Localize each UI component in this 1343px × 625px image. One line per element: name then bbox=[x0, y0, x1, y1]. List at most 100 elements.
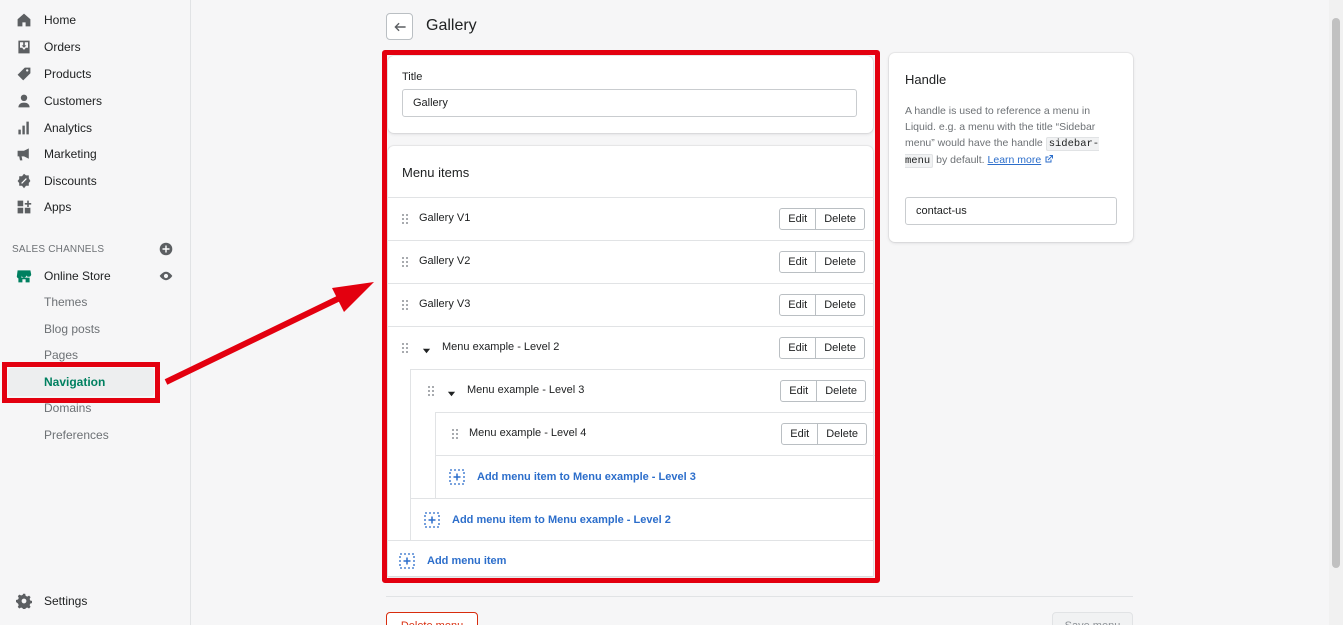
edit-button[interactable]: Edit bbox=[779, 208, 817, 230]
sidebar-item-label: Orders bbox=[44, 40, 81, 54]
sidebar-subitem-navigation[interactable]: Navigation bbox=[44, 371, 105, 393]
sidebar-subitem-themes[interactable]: Themes bbox=[44, 291, 87, 313]
annotation-arrow bbox=[164, 282, 374, 385]
sidebar-item-label: Settings bbox=[44, 594, 88, 608]
delete-button[interactable]: Delete bbox=[816, 337, 865, 359]
delete-button[interactable]: Delete bbox=[818, 423, 867, 445]
sidebar-item-apps[interactable]: Apps bbox=[0, 194, 190, 220]
view-store-eye-icon[interactable] bbox=[159, 269, 173, 283]
store-icon bbox=[15, 267, 33, 285]
orders-icon bbox=[15, 38, 33, 56]
save-menu-button[interactable]: Save menu bbox=[1052, 612, 1133, 625]
menu-item-row: Menu example - Level 4 Edit Delete bbox=[436, 412, 875, 455]
sidebar-item-discounts[interactable]: Discounts bbox=[0, 168, 190, 194]
sidebar-item-marketing[interactable]: Marketing bbox=[0, 141, 190, 167]
drag-handle-icon[interactable] bbox=[401, 256, 409, 268]
sidebar: Home Orders Products Customers Analytics… bbox=[0, 0, 191, 625]
sidebar-subitem-domains[interactable]: Domains bbox=[44, 397, 91, 419]
sidebar-item-analytics[interactable]: Analytics bbox=[0, 115, 190, 141]
footer-divider bbox=[386, 596, 1133, 597]
handle-help-text: A handle is used to reference a menu in … bbox=[905, 103, 1119, 169]
menu-item-label: Gallery V1 bbox=[419, 212, 471, 224]
delete-button[interactable]: Delete bbox=[816, 208, 865, 230]
row-actions: Edit Delete bbox=[781, 423, 867, 445]
handle-card: Handle A handle is used to reference a m… bbox=[889, 53, 1133, 242]
add-menu-item-link[interactable]: Add menu item bbox=[399, 553, 506, 569]
caret-down-icon[interactable] bbox=[447, 387, 456, 397]
title-input[interactable] bbox=[402, 89, 857, 117]
title-label: Title bbox=[402, 71, 423, 83]
row-actions: Edit Delete bbox=[780, 380, 866, 402]
menu-item-label: Menu example - Level 2 bbox=[442, 341, 560, 353]
sidebar-item-label: Online Store bbox=[44, 269, 111, 283]
sidebar-item-label: Home bbox=[44, 13, 77, 27]
add-item-icon bbox=[449, 469, 465, 485]
menu-item-label: Gallery V2 bbox=[419, 255, 471, 267]
sidebar-item-customers[interactable]: Customers bbox=[0, 88, 190, 114]
menu-item-label: Gallery V3 bbox=[419, 298, 471, 310]
edit-button[interactable]: Edit bbox=[779, 294, 817, 316]
add-menu-item-level-3-link[interactable]: Add menu item to Menu example - Level 3 bbox=[449, 469, 696, 485]
add-menu-item-label: Add menu item bbox=[427, 555, 507, 567]
drag-handle-icon[interactable] bbox=[401, 342, 409, 354]
menu-item-label: Menu example - Level 3 bbox=[467, 384, 585, 396]
menu-item-row: Gallery V3 Edit Delete bbox=[388, 283, 873, 326]
sidebar-item-orders[interactable]: Orders bbox=[0, 34, 190, 60]
sidebar-subitem-pages[interactable]: Pages bbox=[44, 344, 78, 366]
discount-icon bbox=[15, 172, 33, 190]
menu-item-row: Menu example - Level 3 Edit Delete bbox=[411, 369, 874, 412]
drag-handle-icon[interactable] bbox=[451, 428, 459, 440]
sidebar-item-settings[interactable]: Settings bbox=[0, 588, 190, 614]
sidebar-subitem-blog-posts[interactable]: Blog posts bbox=[44, 318, 100, 340]
drag-handle-icon[interactable] bbox=[427, 385, 435, 397]
back-button[interactable] bbox=[386, 13, 413, 40]
megaphone-icon bbox=[15, 145, 33, 163]
caret-down-icon[interactable] bbox=[422, 344, 431, 354]
sidebar-subitem-preferences[interactable]: Preferences bbox=[44, 424, 109, 446]
nested-level-2: Menu example - Level 3 Edit Delete Menu … bbox=[410, 369, 875, 541]
scrollbar-thumb[interactable] bbox=[1332, 18, 1340, 568]
drag-handle-icon[interactable] bbox=[401, 299, 409, 311]
add-sales-channel-icon[interactable] bbox=[159, 242, 173, 256]
edit-button[interactable]: Edit bbox=[780, 380, 818, 402]
handle-input[interactable] bbox=[905, 197, 1117, 225]
delete-button[interactable]: Delete bbox=[817, 380, 866, 402]
sidebar-item-products[interactable]: Products bbox=[0, 61, 190, 87]
menu-item-row: Gallery V2 Edit Delete bbox=[388, 240, 873, 283]
menu-item-row: Menu example - Level 2 Edit Delete bbox=[388, 326, 873, 369]
edit-button[interactable]: Edit bbox=[779, 337, 817, 359]
learn-more-label: Learn more bbox=[987, 154, 1042, 166]
delete-button[interactable]: Delete bbox=[816, 294, 865, 316]
bar-chart-icon bbox=[15, 119, 33, 137]
add-menu-item-level-3-label: Add menu item to Menu example - Level 3 bbox=[477, 471, 696, 483]
page-scrollbar[interactable] bbox=[1329, 0, 1343, 625]
sidebar-item-home[interactable]: Home bbox=[0, 7, 190, 33]
add-item-icon bbox=[424, 512, 440, 528]
apps-icon bbox=[15, 198, 33, 216]
add-item-icon bbox=[399, 553, 415, 569]
add-item-row: Add menu item to Menu example - Level 2 bbox=[411, 498, 874, 541]
menu-items-card: Menu items Gallery V1 Edit Delete Galler… bbox=[388, 146, 875, 576]
edit-button[interactable]: Edit bbox=[781, 423, 819, 445]
gear-icon bbox=[15, 592, 33, 610]
sidebar-item-label: Marketing bbox=[44, 147, 97, 161]
sidebar-item-label: Discounts bbox=[44, 174, 97, 188]
learn-more-link[interactable]: Learn more bbox=[988, 154, 1042, 166]
drag-handle-icon[interactable] bbox=[401, 213, 409, 225]
row-actions: Edit Delete bbox=[779, 251, 865, 273]
external-link-icon bbox=[1044, 153, 1054, 169]
row-actions: Edit Delete bbox=[779, 208, 865, 230]
add-item-row: Add menu item bbox=[388, 540, 873, 583]
delete-button[interactable]: Delete bbox=[816, 251, 865, 273]
sidebar-item-label: Customers bbox=[44, 94, 103, 108]
menu-items-heading: Menu items bbox=[402, 165, 470, 180]
row-actions: Edit Delete bbox=[779, 294, 865, 316]
add-item-row: Add menu item to Menu example - Level 3 bbox=[436, 455, 875, 498]
menu-item-label: Menu example - Level 4 bbox=[469, 427, 587, 439]
row-actions: Edit Delete bbox=[779, 337, 865, 359]
delete-menu-button[interactable]: Delete menu bbox=[386, 612, 478, 625]
edit-button[interactable]: Edit bbox=[779, 251, 817, 273]
tag-icon bbox=[15, 65, 33, 83]
add-menu-item-level-2-link[interactable]: Add menu item to Menu example - Level 2 bbox=[424, 512, 671, 528]
sales-channels-label: SALES CHANNELS bbox=[12, 244, 105, 255]
